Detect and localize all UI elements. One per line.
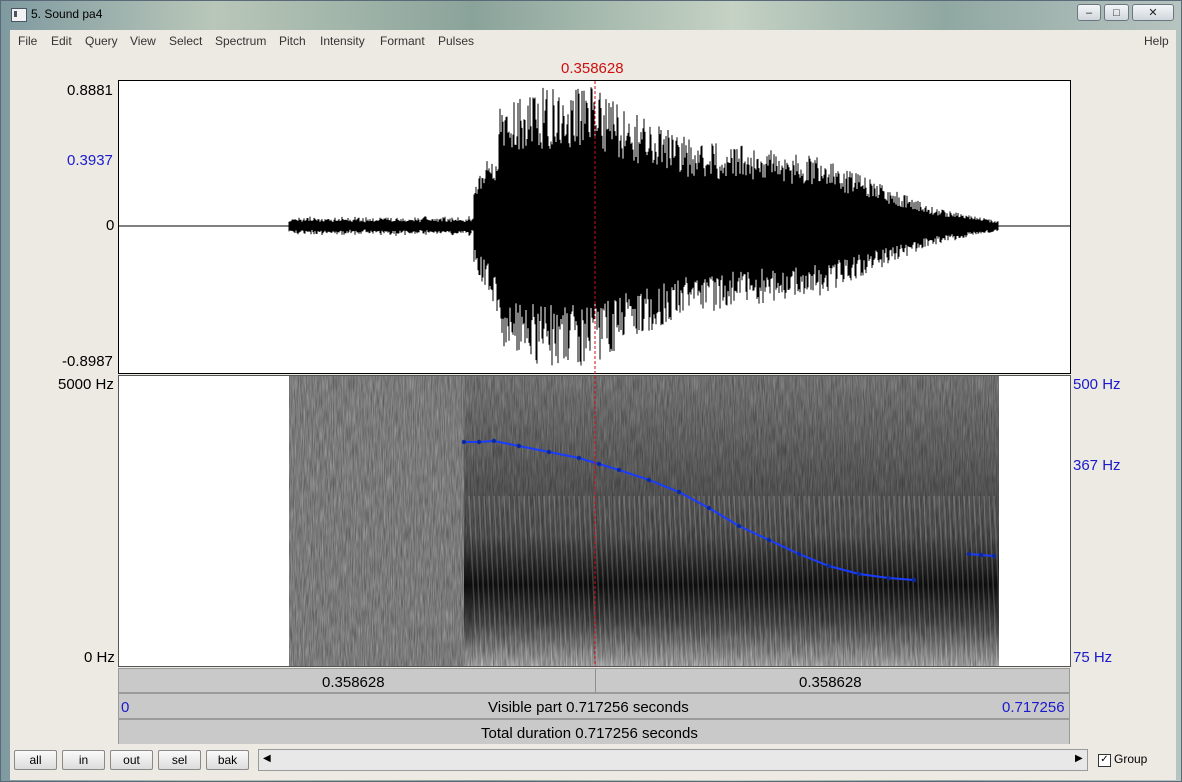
minimize-button[interactable]: – [1077,4,1101,21]
zoom-back-button[interactable]: bak [206,750,249,770]
pitch-point [856,571,862,577]
maximize-button[interactable]: □ [1104,4,1129,21]
pitch-top-label: 500 Hz [1073,376,1121,393]
maximize-icon: □ [1113,7,1120,19]
menu-intensity[interactable]: Intensity [320,34,365,48]
scroll-right-icon[interactable]: ▶ [1075,753,1083,764]
bottom-controls: all in out sel bak ◀ ▶ ✓ Group [10,744,1176,780]
zoom-in-button[interactable]: in [62,750,105,770]
pitch-point [886,575,892,581]
group-checkbox[interactable]: ✓ [1098,754,1111,767]
title-bar: 5. Sound pa4 – □ ✕ [1,1,1181,29]
pitch-point [826,563,832,569]
selection-time-bar[interactable]: 0.358628 0.358628 [118,668,1070,693]
waveform-ymin-label: -0.8987 [62,353,113,370]
spectrogram-freq-top-label: 5000 Hz [58,376,114,393]
visible-part-bar[interactable]: 0 Visible part 0.717256 seconds 0.717256 [118,693,1070,719]
zoom-all-button[interactable]: all [14,750,57,770]
waveform-trace [288,87,999,366]
pitch-point [616,467,622,473]
menu-spectrum[interactable]: Spectrum [215,34,266,48]
cursor-line [594,81,596,667]
total-duration-bar[interactable]: Total duration 0.717256 seconds [118,719,1070,745]
left-segment-duration: 0.358628 [322,674,385,691]
horizontal-scrollbar[interactable]: ◀ ▶ [258,749,1088,771]
pitch-point [991,553,997,559]
bar-divider [595,669,596,693]
waveform-marker-label: 0.3937 [67,152,113,169]
pitch-point [476,439,482,445]
menu-bar: File Edit Query View Select Spectrum Pit… [10,30,1176,53]
scroll-left-icon[interactable]: ◀ [263,753,271,764]
menu-query[interactable]: Query [85,34,118,48]
pitch-point [461,439,467,445]
group-label: Group [1114,752,1148,766]
close-icon: ✕ [1148,7,1158,19]
pitch-mid-label: 367 Hz [1073,457,1121,474]
pitch-point [766,537,772,543]
menu-formant[interactable]: Formant [380,34,425,48]
menu-file[interactable]: File [18,34,37,48]
zoom-selection-button[interactable]: sel [158,750,201,770]
pitch-point [546,449,552,455]
waveform-ymax-label: 0.8881 [67,82,113,99]
cursor-time-label: 0.358628 [561,60,624,77]
spectrogram-texture [289,376,999,666]
pitch-point [796,551,802,557]
waveform-zero-label: 0 [106,217,115,234]
pitch-point [516,443,522,449]
menu-pulses[interactable]: Pulses [438,34,474,48]
menu-view[interactable]: View [130,34,156,48]
pitch-point [576,455,582,461]
pitch-point [966,551,972,557]
menu-help[interactable]: Help [1144,34,1169,48]
window-app-icon [11,8,27,22]
pitch-bottom-label: 75 Hz [1073,649,1113,666]
pitch-point [676,489,682,495]
menu-pitch[interactable]: Pitch [279,34,306,48]
pitch-point [646,477,652,483]
menu-edit[interactable]: Edit [51,34,72,48]
menu-select[interactable]: Select [169,34,202,48]
praat-sound-window: 5. Sound pa4 – □ ✕ File Edit Query View … [0,0,1182,782]
minimize-icon: – [1085,7,1093,19]
pitch-point [491,438,497,444]
visible-end-time: 0.717256 [1002,699,1065,716]
pitch-point [736,523,742,529]
visible-start-time: 0 [121,699,130,716]
visible-part-label: Visible part 0.717256 seconds [488,699,689,716]
pitch-point [706,505,712,511]
window-title: 5. Sound pa4 [31,7,103,21]
total-duration-label: Total duration 0.717256 seconds [481,725,698,742]
pitch-point [911,577,917,583]
pitch-point [978,552,984,558]
right-segment-duration: 0.358628 [799,674,862,691]
zoom-out-button[interactable]: out [110,750,153,770]
close-button[interactable]: ✕ [1132,4,1174,21]
spectrogram-freq-bottom-label: 0 Hz [84,649,115,666]
checkmark-icon: ✓ [1100,754,1109,765]
